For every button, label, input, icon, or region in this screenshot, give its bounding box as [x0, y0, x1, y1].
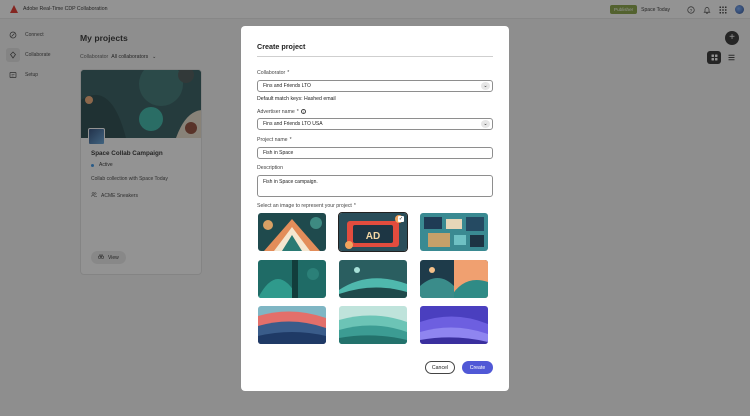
project-name-label: Project name * — [257, 137, 292, 143]
required-mark: * — [289, 137, 292, 143]
required-mark: * — [353, 203, 356, 209]
collaborator-value: Fins and Friends LTO — [263, 83, 311, 89]
image-select-label-text: Select an image to represent your projec… — [257, 203, 352, 209]
image-option-8[interactable] — [339, 306, 407, 344]
chevron-down-icon[interactable]: ⌄ — [481, 82, 490, 90]
dialog-title: Create project — [257, 42, 306, 51]
project-name-value: Fish in Space — [263, 150, 294, 156]
collaborator-label: Collaborator * — [257, 70, 289, 76]
collaborator-picker[interactable]: Fins and Friends LTO ⌄ — [257, 80, 493, 92]
image-option-4[interactable] — [258, 260, 326, 298]
project-name-label-text: Project name — [257, 137, 288, 143]
image-option-5[interactable] — [339, 260, 407, 298]
image-option-9[interactable] — [420, 306, 488, 344]
description-label: Description — [257, 165, 283, 171]
image-option-3[interactable] — [420, 213, 488, 251]
create-button[interactable]: Create — [462, 361, 493, 374]
advertiser-picker[interactable]: Fins and Friends LTO USA ⌄ — [257, 118, 493, 130]
required-mark: * — [296, 109, 299, 115]
info-icon[interactable]: i — [300, 109, 306, 115]
cancel-button[interactable]: Cancel — [425, 361, 455, 374]
project-name-input[interactable]: Fish in Space — [257, 147, 493, 159]
description-textarea[interactable]: Fish in Space campaign. — [257, 175, 493, 197]
svg-text:AD: AD — [366, 231, 380, 242]
image-option-1[interactable] — [258, 213, 326, 251]
advertiser-label-text: Advertiser name — [257, 109, 295, 115]
required-mark: * — [287, 70, 290, 76]
match-keys-text: Default match keys: Hashed email — [257, 96, 336, 102]
advertiser-value: Fins and Friends LTO USA — [263, 121, 323, 127]
image-option-6[interactable] — [420, 260, 488, 298]
advertiser-label: Advertiser name * i — [257, 109, 306, 115]
dialog-divider — [257, 56, 493, 57]
image-select-label: Select an image to represent your projec… — [257, 203, 356, 209]
image-option-7[interactable] — [258, 306, 326, 344]
collaborator-label-text: Collaborator — [257, 70, 286, 76]
create-project-dialog: Create project Collaborator * Fins and Fr… — [241, 26, 509, 391]
chevron-down-icon[interactable]: ⌄ — [481, 120, 490, 128]
checkmark-icon: ✓ — [398, 216, 404, 222]
image-option-2[interactable]: AD ✓ — [338, 212, 408, 252]
